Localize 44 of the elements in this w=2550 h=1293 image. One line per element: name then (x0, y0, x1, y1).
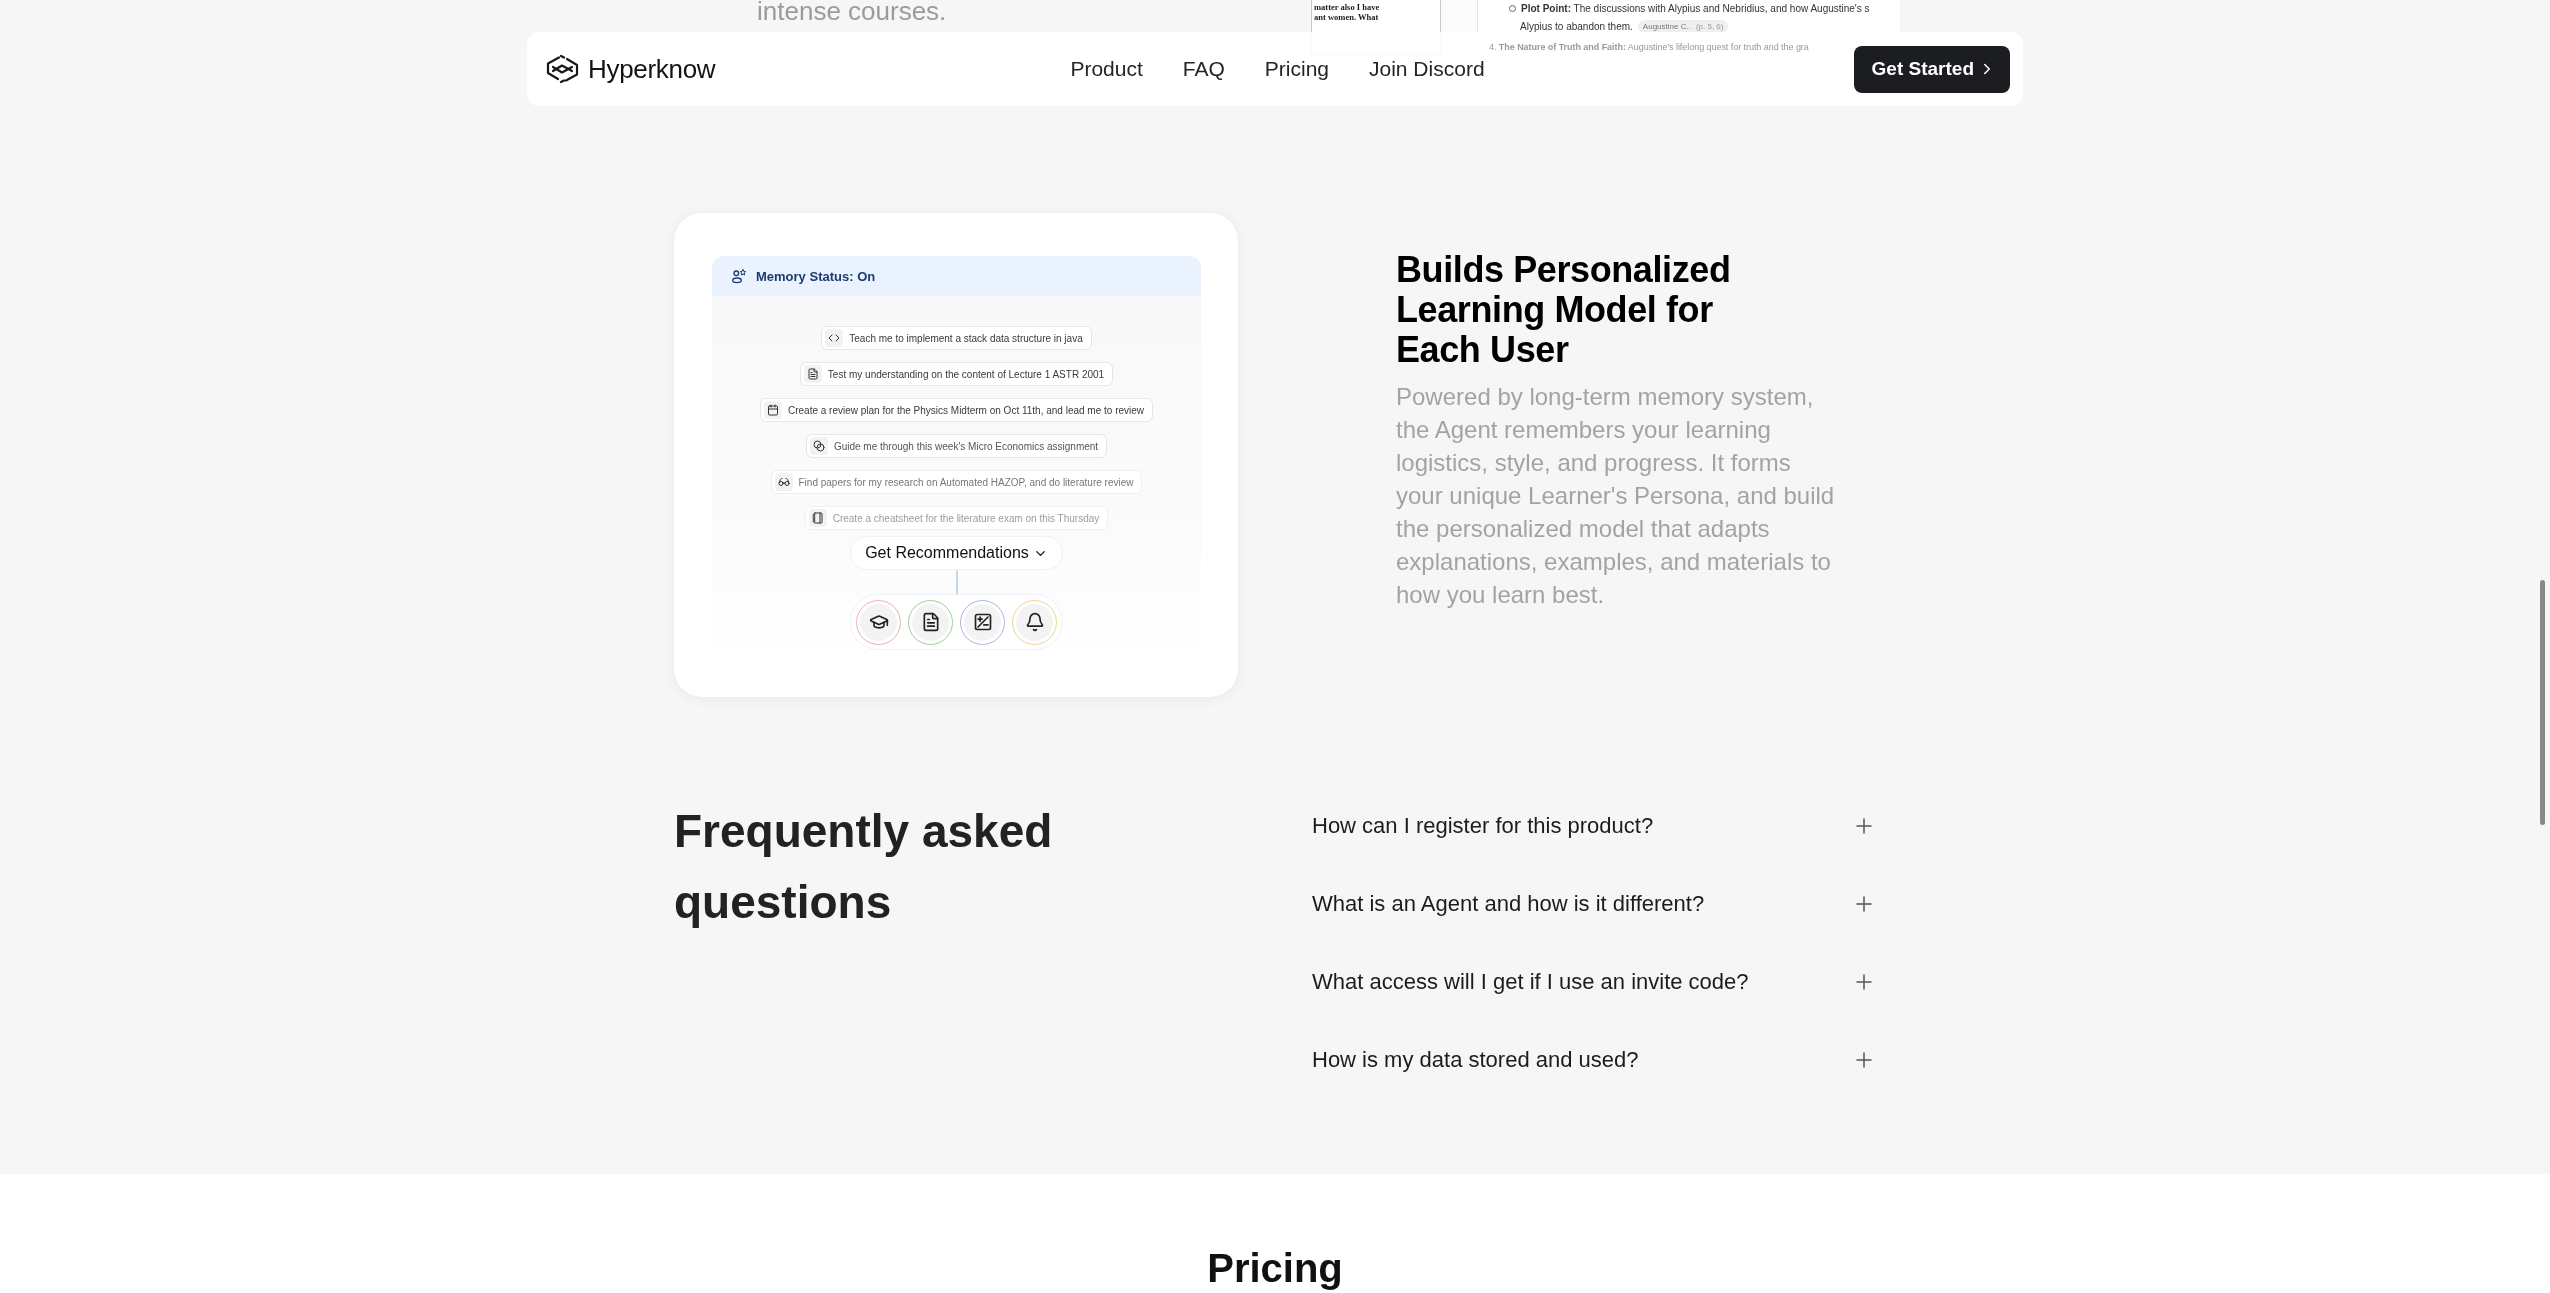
plus-minus-icon[interactable] (960, 599, 1005, 645)
pricing-title: Pricing (1207, 1246, 1343, 1292)
calendar-icon (763, 401, 782, 419)
document-line: matter also I have (1314, 3, 1380, 13)
recommendations-button[interactable]: Get Recommendations (850, 536, 1063, 570)
connector-line (955, 570, 958, 594)
feature-title: Builds Personalized Learning Model for Each User (1396, 250, 1732, 370)
faq-title: Frequently asked questions (674, 804, 1054, 930)
note-text: Alypius to abandon them. (1520, 19, 1633, 33)
prompt-chip[interactable]: Test my understanding on the content of Lecture 1 ASTR 2001 (799, 362, 1114, 386)
document-icon (803, 365, 822, 383)
bell-icon[interactable] (1012, 599, 1057, 645)
scrollbar-thumb[interactable] (2540, 580, 2545, 825)
notebook-icon (808, 509, 827, 527)
prompt-chip[interactable]: Guide me through this week's Micro Economics assignment (805, 434, 1108, 458)
citation-source: Augustine C.. (1642, 20, 1691, 32)
user-star-icon (731, 268, 747, 284)
faq-question[interactable]: How can I register for this product? (1312, 806, 1876, 846)
note-heading: 4. The Nature of Truth and Faith: Augustine's lifelong quest for truth and the gra (1489, 41, 1809, 54)
citation-tag[interactable]: Augustine C.. (p. 5, 6) (1637, 19, 1729, 33)
section-text: intense courses. (757, 0, 947, 24)
prompt-chip[interactable]: Teach me to implement a stack data structure in java (821, 326, 1092, 350)
graduation-cap-icon[interactable] (856, 599, 901, 645)
faq-question[interactable]: What is an Agent and how is it different? (1312, 884, 1876, 924)
nav-link[interactable]: Pricing (1264, 57, 1329, 81)
get-started-button[interactable]: Get Started (1853, 45, 2010, 93)
prompt-chip[interactable]: Find papers for my research on Automated HAZOP, and do literature review (770, 470, 1143, 494)
faq-question[interactable]: What access will I get if I use an invite code? (1312, 962, 1876, 1002)
faq-question[interactable]: How is my data stored and used? (1312, 1040, 1876, 1080)
document-icon[interactable] (908, 599, 953, 645)
code-icon (825, 329, 844, 347)
memory-status: Memory Status: On (756, 268, 876, 284)
prompt-chip[interactable]: Create a review plan for the Physics Midterm on Oct 11th, and lead me to review (759, 398, 1154, 422)
brand-name[interactable]: Hyperknow (588, 53, 716, 85)
nav-link[interactable]: Product (1070, 57, 1143, 81)
nav-link[interactable]: FAQ (1182, 57, 1225, 81)
glasses-icon (774, 473, 793, 491)
document-line: ant women. What (1314, 12, 1379, 23)
note-text: Plot Point: The discussions with Alypius and Nebridius, and how Augustine's s (1521, 2, 1870, 15)
logo-icon (545, 54, 580, 84)
overlapping-circles-icon (809, 437, 828, 455)
page-reference: (p. 5, 6) (1695, 20, 1724, 32)
feature-description: Powered by long-term memory system, the Agent remembers your learning logistics, style, and progress. It forms your unique Learner's Persona, and build the personalized model that adapts explanations, examples, and materials to how you learn best. (1396, 382, 1836, 610)
nav-link[interactable]: Join Discord (1369, 57, 1485, 81)
